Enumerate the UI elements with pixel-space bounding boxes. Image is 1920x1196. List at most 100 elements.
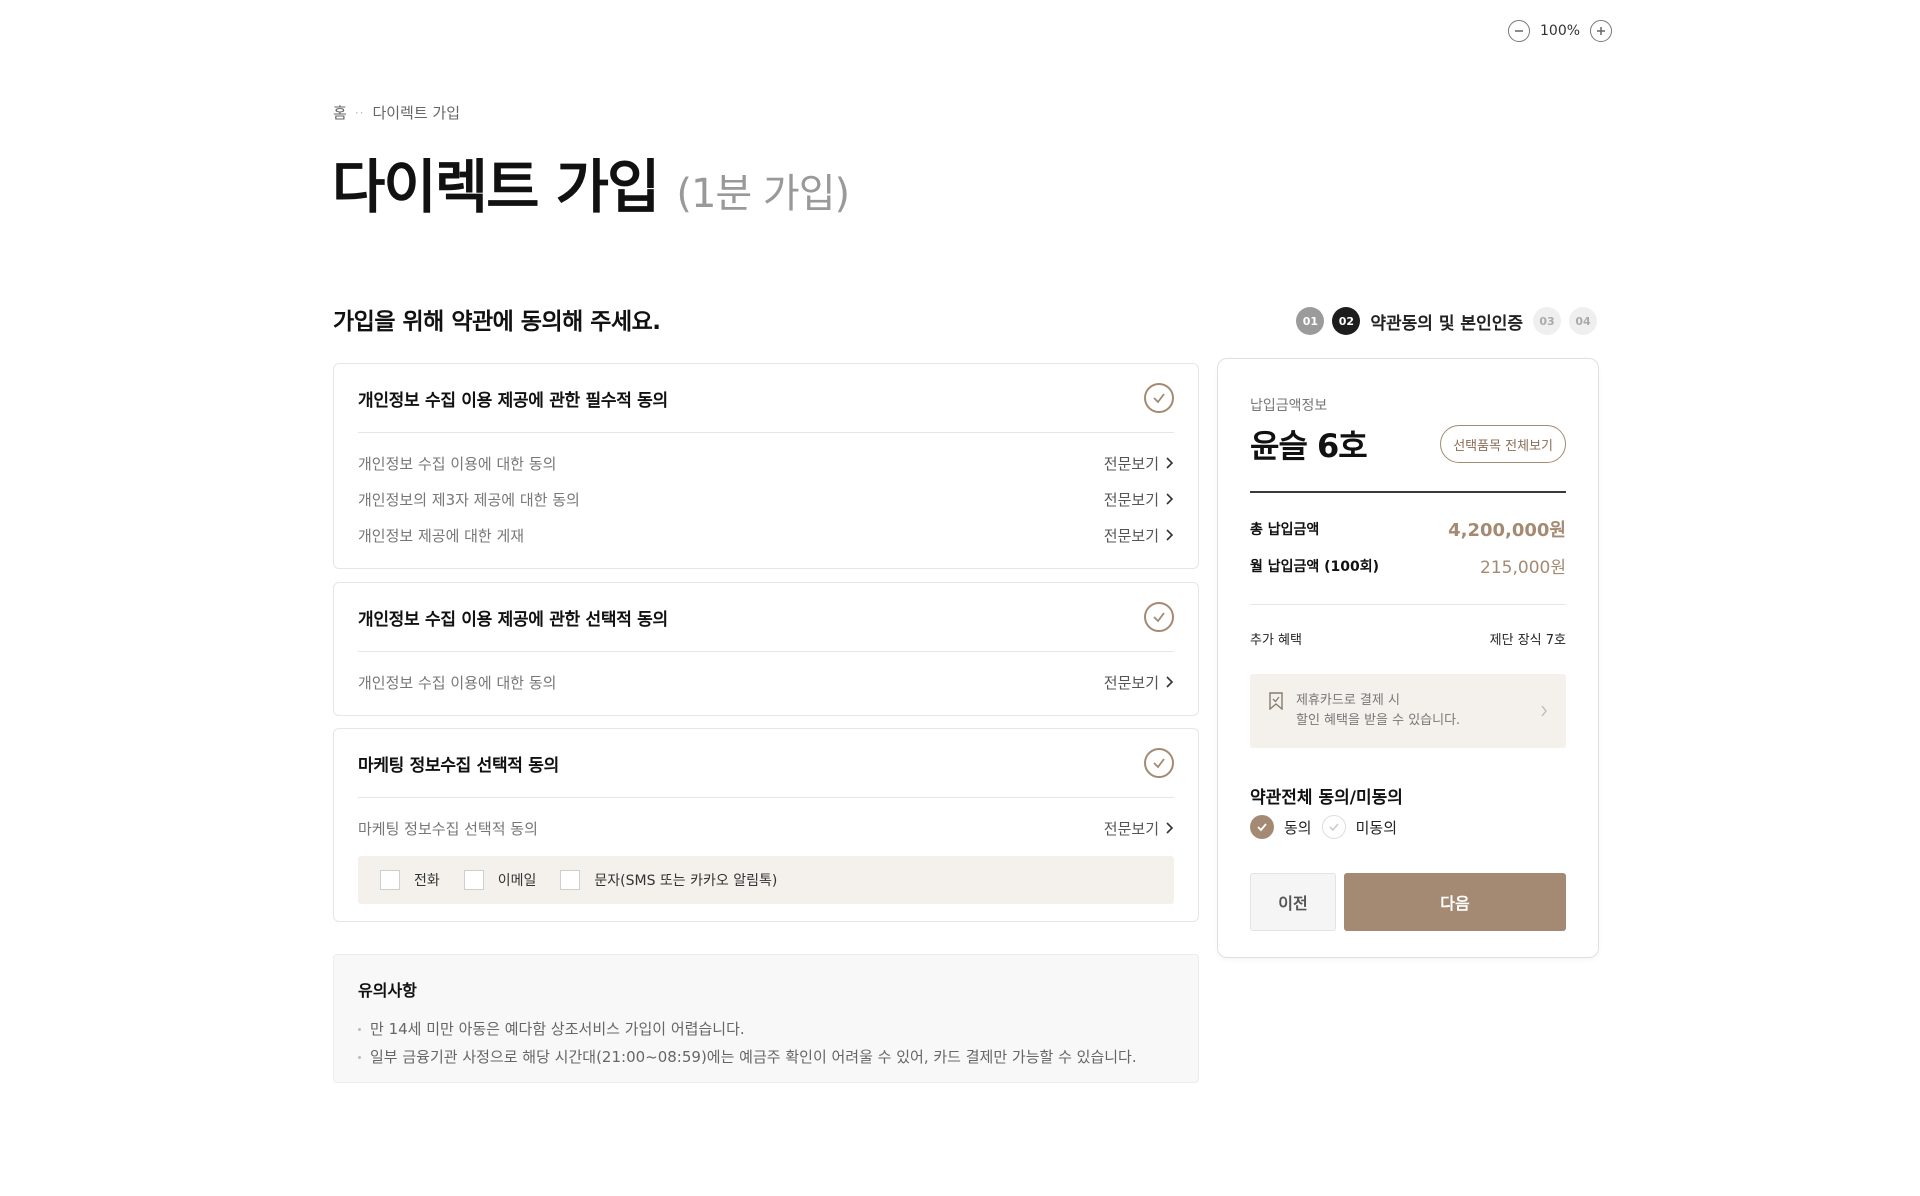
required-consent-card: 개인정보 수집 이용 제공에 관한 필수적 동의 개인정보 수집 이용에 대한 … [333,363,1199,569]
notice-box: 유의사항 만 14세 미만 아동은 예다함 상조서비스 가입이 어렵습니다. 일… [333,954,1199,1083]
view-full-link[interactable]: 전문보기 [1104,818,1174,839]
channel-label: 문자(SMS 또는 카카오 알림톡) [594,873,778,889]
notice-item: 일부 금융기관 사정으로 해당 시간대(21:00~08:59)에는 예금주 확… [358,1043,1174,1071]
check-icon [1153,758,1165,769]
term-row: 개인정보 제공에 대한 게재 전문보기 [358,517,1174,553]
prev-button[interactable]: 이전 [1250,873,1336,931]
page-title: 다이렉트 가입 (1분 가입) [332,140,850,224]
summary-caption: 납입금액정보 [1250,398,1328,414]
section-heading: 가입을 위해 약관에 동의해 주세요. [333,309,661,335]
plus-icon [1597,27,1606,35]
view-full-link[interactable]: 전문보기 [1104,525,1174,546]
step-1: 01 [1296,307,1325,335]
chevron-right-icon [1166,676,1174,688]
marketing-channels: 전화 이메일 문자(SMS 또는 카카오 알림톡) [358,856,1174,904]
check-icon [1153,612,1165,623]
benefit-row: 추가 혜택 제단 장식 7호 [1250,629,1566,648]
promo-text: 제휴카드로 결제 시 할인 혜택을 받을 수 있습니다. [1296,691,1540,731]
radio-unchecked[interactable] [1321,815,1346,839]
card-title: 개인정보 수집 이용 제공에 관한 필수적 동의 [358,390,668,411]
card-header: 개인정보 수집 이용 제공에 관한 선택적 동의 [334,583,1198,651]
breadcrumb-current: 다이렉트 가입 [372,104,461,122]
step-2: 02 [1332,307,1361,335]
term-label: 개인정보 수집 이용에 대한 동의 [358,454,557,473]
total-amount-value: 4,200,000원 [1448,520,1566,541]
chevron-right-icon [1166,529,1174,541]
zoom-control: 100% [1508,20,1613,42]
step-2-label: 약관동의 및 본인인증 [1370,313,1523,334]
view-all-items-button[interactable]: 선택품목 전체보기 [1440,425,1566,463]
all-agree-options: 동의 미동의 [1250,815,1407,839]
check-icon [1153,393,1165,404]
view-full-link[interactable]: 전문보기 [1104,489,1174,510]
page-title-sub: (1분 가입) [676,171,850,217]
all-agree-title: 약관전체 동의/미동의 [1250,788,1403,808]
card-header: 마케팅 정보수집 선택적 동의 [334,729,1198,797]
notice-item: 만 14세 미만 아동은 예다함 상조서비스 가입이 어렵습니다. [358,1015,1174,1043]
channel-email[interactable]: 이메일 [463,870,537,890]
radio-checked[interactable] [1250,815,1274,839]
bookmark-icon [1269,692,1283,710]
checkbox[interactable] [560,870,581,890]
agree-label: 동의 [1284,818,1312,837]
promo-line: 할인 혜택을 받을 수 있습니다. [1296,713,1461,728]
breadcrumb-home[interactable]: 홈 [333,102,347,123]
optional-consent-checkbox[interactable] [1144,602,1174,632]
card-header: 개인정보 수집 이용 제공에 관한 필수적 동의 [334,364,1198,432]
card-title: 마케팅 정보수집 선택적 동의 [358,755,559,776]
promo-line: 제휴카드로 결제 시 [1296,693,1400,708]
payment-summary-panel: 납입금액정보 윤슬 6호 선택품목 전체보기 총 납입금액 4,200,000원… [1217,358,1599,958]
divider [1250,604,1566,605]
view-full-link[interactable]: 전문보기 [1104,672,1174,693]
marketing-consent-checkbox[interactable] [1144,748,1174,778]
minus-icon [1515,30,1523,32]
term-row: 개인정보 수집 이용에 대한 동의 전문보기 [358,664,1174,700]
step-3: 03 [1533,307,1561,335]
divider [1250,491,1566,493]
product-name: 윤슬 6호 [1250,427,1368,465]
card-promo-banner[interactable]: 제휴카드로 결제 시 할인 혜택을 받을 수 있습니다. [1250,674,1566,748]
step-4: 04 [1569,307,1597,335]
chevron-right-icon [1166,493,1174,505]
chevron-right-icon [1541,705,1547,717]
channel-label: 이메일 [497,873,537,889]
marketing-consent-card: 마케팅 정보수집 선택적 동의 마케팅 정보수집 선택적 동의 전문보기 전화 … [333,728,1199,922]
view-full-link[interactable]: 전문보기 [1104,453,1174,474]
monthly-amount-value: 215,000원 [1480,558,1566,578]
monthly-amount-row: 월 납입금액 (100회) 215,000원 [1250,553,1566,578]
chevron-right-icon [1166,457,1174,469]
agree-option[interactable]: 동의 [1250,815,1312,839]
monthly-amount-label: 월 납입금액 (100회) [1250,558,1380,575]
checkbox[interactable] [463,870,484,890]
disagree-option[interactable]: 미동의 [1321,815,1398,839]
term-label: 개인정보의 제3자 제공에 대한 동의 [358,490,580,509]
required-consent-checkbox[interactable] [1144,383,1174,413]
term-row: 개인정보 수집 이용에 대한 동의 전문보기 [358,445,1174,481]
zoom-out-button[interactable] [1508,20,1530,42]
notice-list: 만 14세 미만 아동은 예다함 상조서비스 가입이 어렵습니다. 일부 금융기… [358,1015,1174,1071]
step-indicator: 01 02 약관동의 및 본인인증 03 04 [1296,307,1597,335]
channel-sms[interactable]: 문자(SMS 또는 카카오 알림톡) [560,870,777,890]
channel-label: 전화 [414,873,440,889]
term-label: 개인정보 수집 이용에 대한 동의 [358,673,557,692]
total-amount-label: 총 납입금액 [1250,522,1320,538]
checkbox[interactable] [380,870,400,890]
term-label: 마케팅 정보수집 선택적 동의 [358,819,538,838]
chevron-right-icon [1166,822,1174,834]
term-row: 마케팅 정보수집 선택적 동의 전문보기 [358,810,1174,846]
next-button[interactable]: 다음 [1344,873,1566,931]
disagree-label: 미동의 [1355,818,1398,837]
zoom-level: 100% [1540,23,1581,39]
term-label: 개인정보 제공에 대한 게재 [358,526,525,545]
zoom-in-button[interactable] [1590,20,1613,42]
breadcrumb: 홈 ·· 다이렉트 가입 [333,102,460,123]
total-amount-row: 총 납입금액 4,200,000원 [1250,516,1566,542]
breadcrumb-separator: ·· [354,105,365,120]
channel-phone[interactable]: 전화 [380,870,440,890]
optional-consent-card: 개인정보 수집 이용 제공에 관한 선택적 동의 개인정보 수집 이용에 대한 … [333,582,1199,716]
notice-title: 유의사항 [358,981,417,1000]
benefit-label: 추가 혜택 [1250,633,1302,648]
check-icon [1257,823,1267,832]
check-icon [1329,823,1339,832]
page-title-main: 다이렉트 가입 [332,153,660,221]
